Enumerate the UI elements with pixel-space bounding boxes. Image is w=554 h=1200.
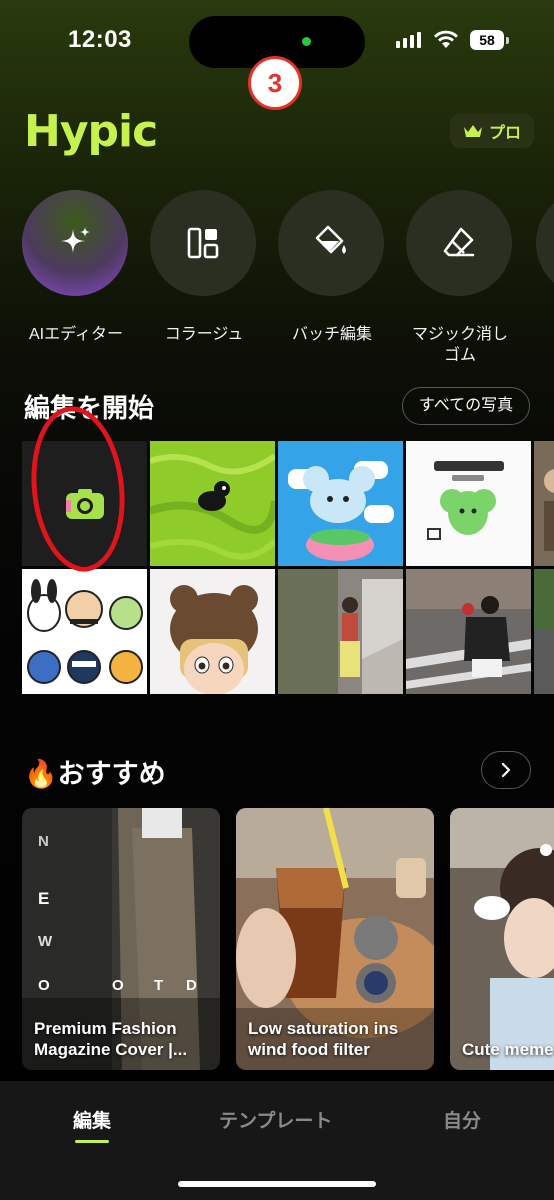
layout-icon: [187, 227, 219, 259]
photo-thumbnail[interactable]: [22, 569, 147, 694]
nav-active-indicator: [75, 1140, 109, 1143]
chevron-right-icon: [501, 762, 511, 778]
home-indicator[interactable]: [178, 1181, 376, 1187]
photo-thumbnail[interactable]: [150, 441, 275, 566]
tool-label-collage: コラージュ: [164, 326, 244, 343]
tool-collage[interactable]: コラージュ: [150, 190, 258, 345]
section-title-recommend: 🔥おすすめ: [24, 759, 166, 789]
paint-bucket-icon: [315, 225, 346, 254]
nav-tab-templates[interactable]: テンプレート: [219, 1106, 332, 1133]
recommend-more-button[interactable]: [481, 751, 531, 789]
battery-icon: 58: [470, 30, 504, 50]
template-card[interactable]: Low saturation ins wind food filter: [236, 808, 434, 1070]
svg-text:O: O: [112, 977, 124, 994]
crown-icon: [463, 125, 482, 137]
photo-thumbnail-partial[interactable]: [534, 441, 554, 566]
photo-thumbnail[interactable]: [278, 441, 403, 566]
camera-indicator-dot: [302, 37, 311, 46]
photo-thumbnail[interactable]: [406, 569, 531, 694]
photo-thumbnail-partial[interactable]: [534, 569, 554, 694]
tool-magic-eraser[interactable]: マジック消し ゴム: [406, 190, 514, 366]
app-logo: Hypic: [24, 106, 158, 157]
all-photos-button[interactable]: すべての写真: [402, 387, 530, 425]
wifi-icon: [434, 30, 458, 48]
signal-icon: [396, 32, 421, 48]
nav-tab-edit[interactable]: 編集: [73, 1106, 111, 1133]
nav-tab-profile[interactable]: 自分: [443, 1106, 481, 1133]
svg-text:W: W: [38, 933, 53, 950]
svg-text:T: T: [154, 977, 163, 994]
tool-ai-editor[interactable]: AIエディター: [22, 190, 130, 345]
template-card-title: Premium Fashion Magazine Cover |...: [34, 1019, 188, 1059]
template-card-title: Cute meme: [462, 1040, 554, 1059]
tool-label-batch-edit: バッチ編集: [291, 326, 372, 343]
battery-tip: [506, 37, 509, 44]
tool-partial[interactable]: [536, 190, 554, 296]
fire-icon: 🔥: [24, 759, 58, 789]
template-card-title: Low saturation ins wind food filter: [248, 1019, 399, 1059]
pro-label: プロ: [488, 125, 521, 142]
tool-batch-edit[interactable]: バッチ編集: [278, 190, 386, 345]
pro-button[interactable]: プロ: [450, 114, 534, 148]
template-card-partial[interactable]: Cute meme: [450, 808, 554, 1070]
template-card[interactable]: N E W O O T D Premium Fashion Magazine C…: [22, 808, 220, 1070]
svg-text:E: E: [38, 889, 49, 908]
svg-text:N: N: [38, 833, 49, 850]
tool-label-magic-eraser: マジック消し ゴム: [411, 326, 508, 364]
photo-thumbnail[interactable]: [150, 569, 275, 694]
step-number-badge: 3: [248, 56, 302, 110]
status-time: 12:03: [68, 26, 132, 53]
sparkle-icon: [61, 227, 90, 253]
eraser-icon: [443, 227, 475, 257]
photo-thumbnail[interactable]: [406, 441, 531, 566]
svg-text:O: O: [38, 977, 50, 994]
svg-text:D: D: [186, 977, 197, 994]
photo-thumbnail[interactable]: [278, 569, 403, 694]
tool-label-ai-editor: AIエディター: [29, 326, 123, 343]
